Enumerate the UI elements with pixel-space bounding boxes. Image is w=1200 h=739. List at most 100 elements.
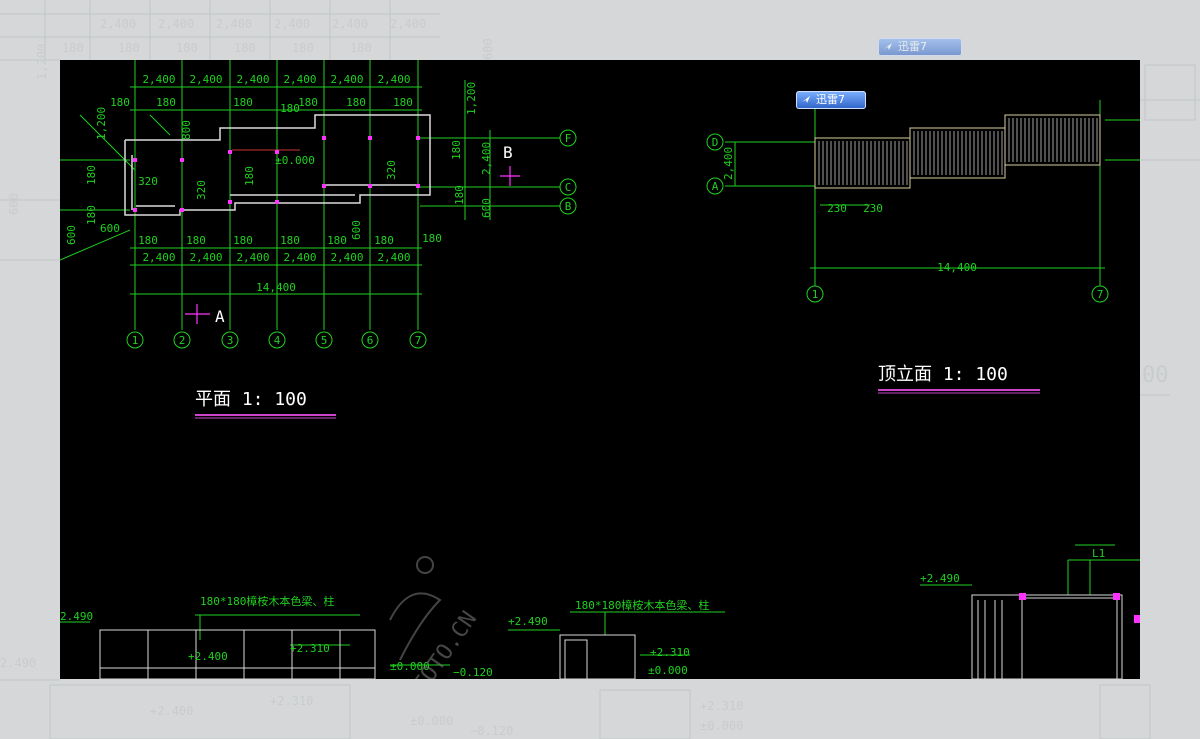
plan-inner-800: 800	[180, 120, 193, 140]
roof-dim-230-a: 230	[827, 202, 847, 215]
roof-dim-230-b: 230	[863, 202, 883, 215]
plan-top-dim-2: 2,400	[189, 73, 222, 86]
plan-title: 平面 1: 100	[195, 389, 307, 410]
section-mark-a: A	[215, 307, 225, 326]
download-badge-faded: 迅雷7	[878, 38, 962, 56]
plan-top-dim-4: 2,400	[283, 73, 316, 86]
cad-drawing: 1 2 3 4 5 6 7 F C B 2,400 2,400 2,400 2,…	[60, 60, 1140, 679]
plan-right-dim-3: 2,400	[480, 142, 493, 175]
section-mark-b: B	[503, 143, 513, 162]
plan-bot-sub-6: 180	[374, 234, 394, 247]
roof-row-a: A	[712, 180, 719, 193]
bg-dim-2: 2,400	[158, 17, 194, 31]
plan-axis-1: 1	[132, 334, 139, 347]
roof-total-dim: 14,400	[937, 261, 977, 274]
bg-dim-6: 2,400	[390, 17, 426, 31]
roof-title: 顶立面 1: 100	[878, 364, 1008, 385]
plan-inner-180: 180	[243, 166, 256, 186]
plan-left-dim-1: 1,200	[95, 107, 108, 140]
bg-sub-2: 180	[118, 41, 140, 55]
plan-bot-dim-3: 2,400	[236, 251, 269, 264]
plan-left-dim-5: 600	[100, 222, 120, 235]
plan-top-dim-1: 2,400	[142, 73, 175, 86]
plan-bot-dim-6: 2,400	[377, 251, 410, 264]
plan-inner-level: ±0.000	[275, 154, 315, 167]
level-right-2490: +2.490	[920, 572, 960, 585]
plan-inner-320-a: 320	[138, 175, 158, 188]
plan-right-dim-4: 180	[453, 185, 466, 205]
plan-top-dim-5: 2,400	[330, 73, 363, 86]
bg-roof-title: 00	[1142, 363, 1169, 388]
bg-level-6: +2.310	[700, 699, 743, 713]
plan-bot-sub-4: 180	[280, 234, 300, 247]
plan-bot-dim-2: 2,400	[189, 251, 222, 264]
plan-bot-sub-7: 180	[422, 232, 442, 245]
roof-axis-bubbles	[706, 133, 1109, 303]
plan-axis-6: 6	[367, 334, 374, 347]
bg-sub-1: 180	[62, 41, 84, 55]
level-mid-000: ±0.000	[648, 664, 688, 677]
bg-level-7: ±0.000	[700, 719, 743, 733]
bg-level-2: +2.400	[150, 704, 193, 718]
bg-sub-4: 180	[234, 41, 256, 55]
bg-sub-3: 180	[176, 41, 198, 55]
plan-left-dim-3: 180	[85, 205, 98, 225]
plan-inner-320-b: 320	[195, 180, 208, 200]
plan-top-sub-3: 180	[233, 96, 253, 109]
plan-axis-3: 3	[227, 334, 234, 347]
roof-axis-7: 7	[1097, 288, 1104, 301]
label-l1: L1	[1092, 547, 1105, 560]
plan-inner-320-c: 320	[385, 160, 398, 180]
plan-bot-dim-5: 2,400	[330, 251, 363, 264]
plan-bot-sub-5: 180	[327, 234, 347, 247]
plan-row-b: B	[565, 200, 572, 213]
plan-top-sub-2: 180	[156, 96, 176, 109]
section-left-note: 180*180樟桉木本色梁、柱	[200, 594, 334, 608]
section-left	[60, 614, 450, 666]
level-left-2400: +2.400	[188, 650, 228, 663]
bg-side-1: 1,200	[35, 44, 49, 80]
bg-side-3: 600	[481, 38, 495, 60]
bg-level-3: +2.310	[270, 694, 313, 708]
roof-dim-2400: 2,400	[722, 147, 735, 180]
section-right	[920, 544, 1140, 595]
bg-level-5: −0.120	[470, 724, 513, 738]
plan-bot-dim-1: 2,400	[142, 251, 175, 264]
level-mid-2490: +2.490	[508, 615, 548, 628]
plan-right-dim-5: 600	[480, 198, 493, 218]
bg-dim-1: 2,400	[100, 17, 136, 31]
cad-drawing-panel: 1 2 3 4 5 6 7 F C B 2,400 2,400 2,400 2,…	[60, 60, 1140, 679]
bg-side-2: 600	[7, 193, 21, 215]
section-right-frame	[971, 594, 1123, 679]
bg-level-1: 2.490	[0, 656, 36, 670]
plan-bot-sub-2: 180	[186, 234, 206, 247]
plan-top-sub-4: 180	[280, 102, 300, 115]
plan-bot-dim-4: 2,400	[283, 251, 316, 264]
plan-top-sub-6: 180	[346, 96, 366, 109]
bg-sub-6: 180	[350, 41, 372, 55]
section-left-frame	[99, 629, 376, 679]
plan-top-sub-5: 180	[298, 96, 318, 109]
plan-bot-sub-1: 180	[138, 234, 158, 247]
plan-top-sub-1: 180	[110, 96, 130, 109]
roof-axis-1: 1	[812, 288, 819, 301]
level-mid-2310: +2.310	[650, 646, 690, 659]
section-mid-frame	[559, 634, 636, 679]
plan-right-dim-1: 1,200	[465, 82, 478, 115]
bird-icon	[884, 43, 892, 50]
plan-axis-4: 4	[274, 334, 281, 347]
watermark-logo	[389, 556, 442, 661]
roof-row-d: D	[712, 136, 719, 149]
level-left-2490: 2.490	[60, 610, 93, 623]
level-left-2310: +2.310	[290, 642, 330, 655]
plan-top-dim-6: 2,400	[377, 73, 410, 86]
download-badge[interactable]: 迅雷7	[796, 91, 866, 109]
plan-total-dim: 14,400	[256, 281, 296, 294]
download-badge-label: 迅雷7	[898, 40, 927, 53]
plan-top-sub-7: 180	[393, 96, 413, 109]
plan-bot-sub-3: 180	[233, 234, 253, 247]
plan-left-dim-2: 180	[85, 165, 98, 185]
plan-left-dim-4: 600	[65, 225, 78, 245]
plan-row-c: C	[565, 181, 572, 194]
plan-axis-7: 7	[415, 334, 422, 347]
